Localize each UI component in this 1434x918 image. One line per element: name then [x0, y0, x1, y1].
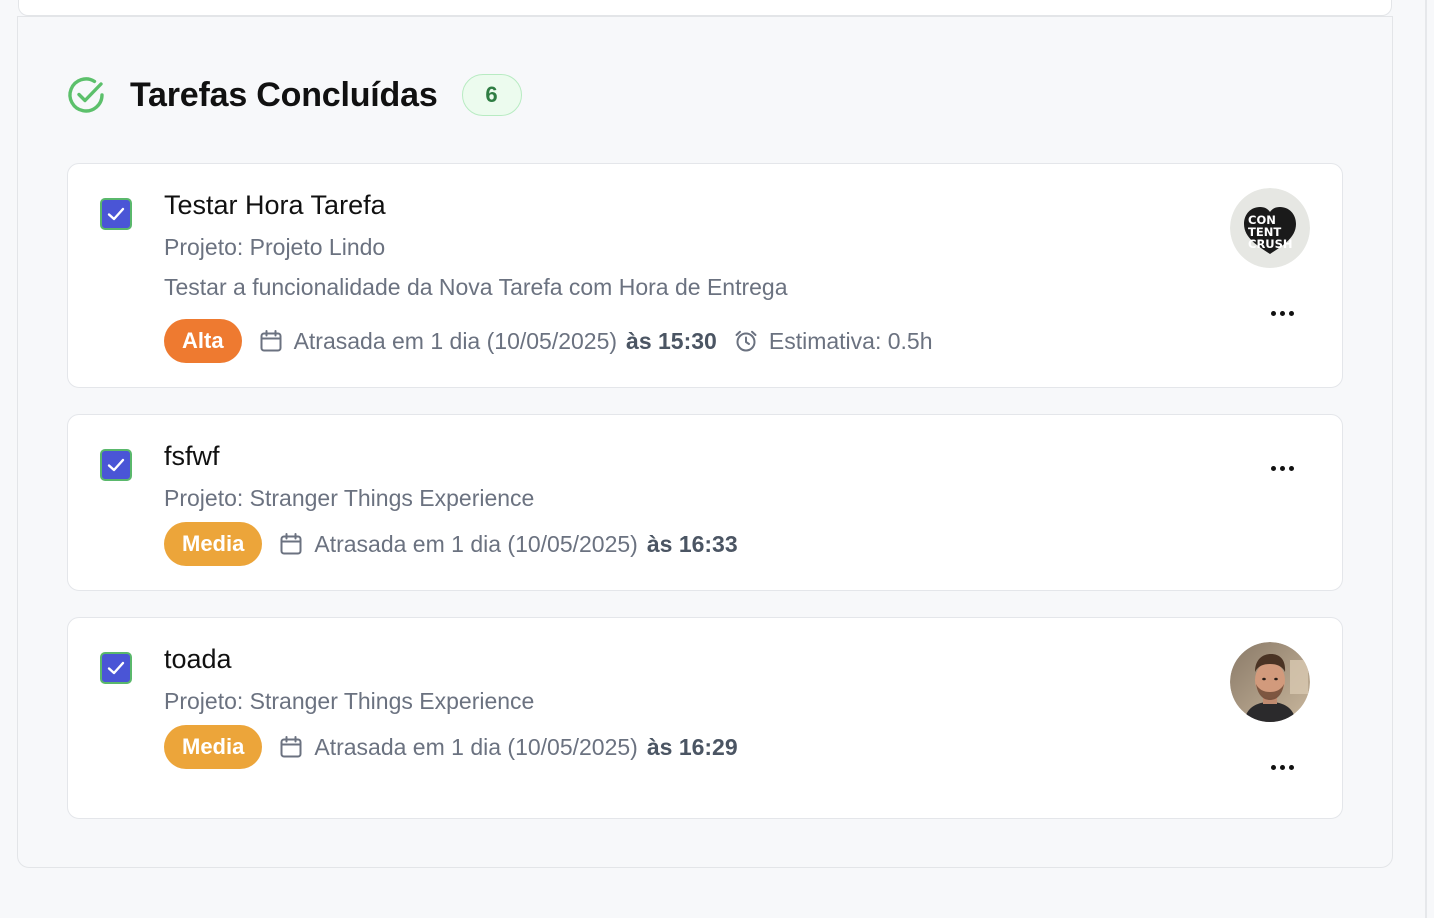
task-title[interactable]: fsfwf [164, 441, 220, 472]
task-meta: Alta Atrasada em 1 dia (10/05/2025) às 1… [164, 319, 933, 363]
previous-section-card [18, 0, 1392, 16]
section-header: Tarefas Concluídas 6 [66, 70, 522, 120]
due-time-text: às 16:33 [646, 530, 738, 557]
calendar-icon [280, 533, 302, 555]
task-card[interactable]: toada Projeto: Stranger Things Experienc… [67, 617, 1343, 819]
task-description: Testar a funcionalidade da Nova Tarefa c… [164, 274, 788, 300]
task-checkbox[interactable] [100, 198, 132, 230]
more-options-button[interactable] [1264, 757, 1300, 777]
check-circle-icon [68, 77, 104, 113]
checkmark-icon [107, 458, 125, 472]
checkmark-icon [107, 661, 125, 675]
priority-badge: Alta [164, 319, 242, 363]
logo-line-3: CRUSH [1248, 237, 1293, 251]
task-title[interactable]: toada [164, 644, 232, 675]
more-dots-icon [1270, 465, 1276, 471]
more-options-button[interactable] [1264, 303, 1300, 323]
task-project: Projeto: Stranger Things Experience [164, 688, 535, 714]
more-dots-icon [1270, 764, 1276, 770]
task-project: Projeto: Projeto Lindo [164, 234, 386, 260]
more-dots-icon [1270, 310, 1276, 316]
priority-badge: Media [164, 725, 263, 769]
section-title: Tarefas Concluídas [130, 75, 438, 114]
more-options-button[interactable] [1264, 458, 1300, 478]
task-meta: Media Atrasada em 1 dia (10/05/2025) às … [164, 522, 738, 566]
estimate-text: Estimativa: 0.5h [768, 327, 933, 354]
page-right-border [1425, 0, 1427, 918]
count-badge: 6 [461, 74, 522, 116]
due-date-text: Atrasada em 1 dia (10/05/2025) [293, 327, 618, 354]
task-title[interactable]: Testar Hora Tarefa [164, 190, 386, 221]
assignee-avatar[interactable] [1230, 642, 1310, 722]
due-time-text: às 15:30 [626, 327, 717, 354]
task-project: Projeto: Stranger Things Experience [164, 485, 535, 511]
task-checkbox[interactable] [100, 449, 132, 481]
calendar-icon [260, 330, 282, 352]
task-card[interactable]: Testar Hora Tarefa Projeto: Projeto Lind… [67, 163, 1343, 388]
assignee-avatar[interactable]: CON TENT CRUSH [1230, 188, 1310, 268]
priority-badge: Media [164, 522, 263, 566]
task-meta: Media Atrasada em 1 dia (10/05/2025) às … [164, 725, 738, 769]
task-card[interactable]: fsfwf Projeto: Stranger Things Experienc… [67, 414, 1343, 591]
calendar-icon [280, 736, 302, 758]
due-date-text: Atrasada em 1 dia (10/05/2025) [314, 530, 638, 557]
due-time-text: às 16:29 [646, 733, 738, 760]
due-date-text: Atrasada em 1 dia (10/05/2025) [314, 733, 638, 760]
task-checkbox[interactable] [100, 652, 132, 684]
alarm-clock-icon [735, 330, 757, 352]
checkmark-icon [107, 207, 125, 221]
